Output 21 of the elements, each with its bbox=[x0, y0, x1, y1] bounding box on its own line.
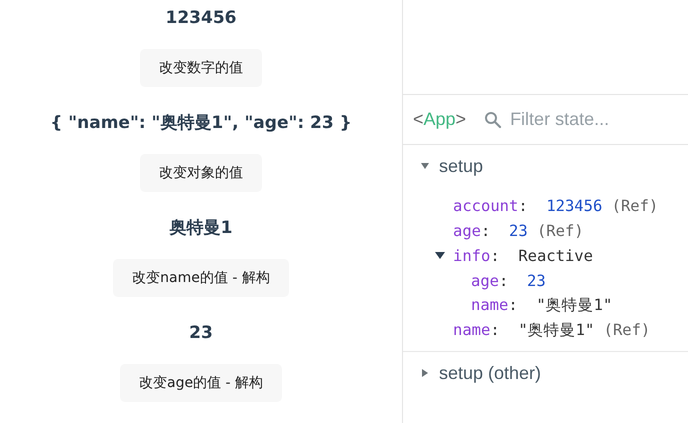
value-text: 奥特曼1 bbox=[170, 217, 232, 240]
section-title[interactable]: setup (other) bbox=[439, 362, 542, 384]
state-field: age: 23 (Ref) bbox=[453, 222, 584, 240]
search-icon bbox=[484, 110, 502, 128]
change-button[interactable]: 改变age的值 - 解构 bbox=[120, 364, 282, 402]
component-name: <App> bbox=[413, 109, 466, 130]
value-text: 123456 bbox=[166, 7, 236, 30]
state-field: name: "奥特曼1" (Ref) bbox=[453, 320, 650, 341]
change-button[interactable]: 改变数字的值 bbox=[140, 49, 262, 87]
caret-icon[interactable] bbox=[421, 162, 429, 170]
caret-icon[interactable] bbox=[435, 251, 445, 260]
caret-icon[interactable] bbox=[421, 369, 429, 377]
change-button[interactable]: 改变对象的值 bbox=[140, 154, 262, 192]
state-field: account: 123456 (Ref) bbox=[453, 196, 658, 214]
change-button[interactable]: 改变name的值 - 解构 bbox=[113, 259, 289, 297]
value-text: { "name": "奥特曼1", "age": 23 } bbox=[50, 112, 352, 135]
state-field: info: Reactive bbox=[453, 246, 593, 264]
state-field: age: 23 bbox=[471, 272, 546, 290]
state-field: name: "奥特曼1" bbox=[471, 295, 612, 316]
section-title[interactable]: setup bbox=[439, 156, 484, 176]
value-text: 23 bbox=[189, 322, 213, 345]
